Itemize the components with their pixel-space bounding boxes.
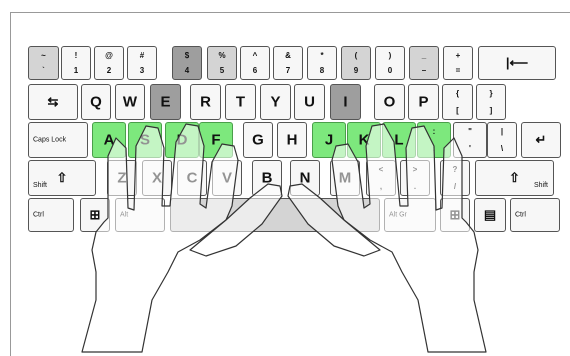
hands-overlay — [81, 123, 487, 353]
